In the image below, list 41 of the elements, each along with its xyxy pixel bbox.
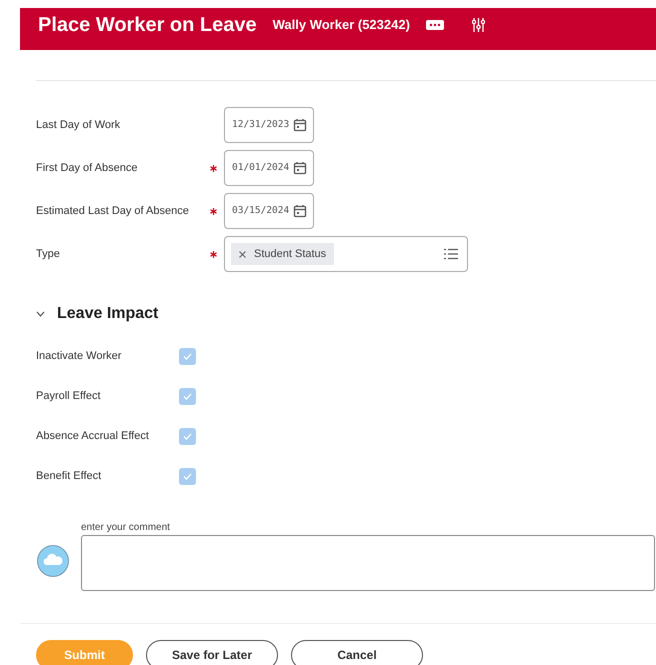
secondary-button[interactable]: Cancel: [291, 640, 423, 665]
date-value: 12/31/2023: [232, 118, 290, 132]
checkbox-label: Payroll Effect: [36, 388, 102, 404]
checkmark-icon: [183, 352, 192, 360]
worker-name[interactable]: Wally Worker (523242): [272, 15, 410, 35]
checkbox[interactable]: [179, 348, 196, 364]
pill-label: Student Status: [254, 246, 326, 262]
checkbox-label: Absence Accrual Effect: [36, 428, 150, 444]
date-value: 03/15/2024: [232, 204, 290, 218]
calendar-icon[interactable]: [293, 118, 307, 132]
comment-field[interactable]: [81, 535, 655, 591]
calendar-icon[interactable]: [293, 204, 307, 218]
checkbox[interactable]: [179, 388, 196, 404]
section-title[interactable]: Leave Impact: [57, 302, 158, 326]
field-label: Type: [36, 246, 61, 262]
checkmark-icon: [183, 392, 192, 400]
avatar-icon: [37, 545, 69, 577]
secondary-button[interactable]: Save for Later: [146, 640, 278, 665]
selected-pill[interactable]: Student Status: [231, 243, 334, 265]
date-value: 01/01/2024: [232, 160, 290, 175]
checkbox[interactable]: [179, 468, 196, 484]
checkmark-icon: [183, 432, 192, 440]
checkbox[interactable]: [179, 428, 196, 444]
sliders-icon[interactable]: [472, 18, 485, 32]
field-label: First Day of Absence: [36, 160, 138, 176]
page-title: Place Worker on Leave: [38, 13, 257, 38]
comment-label: enter your comment: [81, 521, 171, 535]
type-field[interactable]: Student Status: [224, 236, 468, 272]
field-label: Last Day of Work: [36, 118, 122, 133]
date-field[interactable]: 03/15/2024: [224, 193, 314, 229]
date-field[interactable]: 01/01/2024: [224, 150, 314, 186]
more-icon[interactable]: [426, 20, 444, 30]
checkbox-label: Inactivate Worker: [36, 348, 122, 364]
checkmark-icon: [183, 472, 192, 480]
checkbox-label: Benefit Effect: [36, 468, 102, 484]
field-label: Estimated Last Day of Absence: [36, 204, 190, 219]
calendar-icon[interactable]: [293, 161, 307, 175]
date-field[interactable]: 12/31/2023: [224, 107, 314, 143]
chevron-icon[interactable]: [36, 311, 45, 317]
list-icon[interactable]: [444, 248, 458, 260]
remove-icon[interactable]: [239, 250, 246, 258]
